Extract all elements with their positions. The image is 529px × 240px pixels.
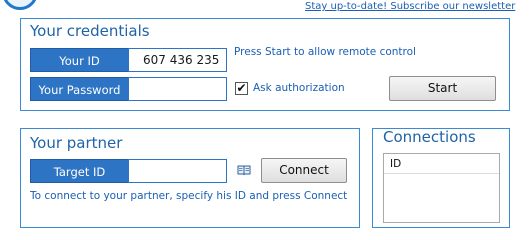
address-book-icon[interactable] [237, 165, 251, 176]
partner-hint: To connect to your partner, specify his … [30, 190, 348, 202]
your-id-label: Your ID [30, 48, 129, 72]
ask-authorization-label[interactable]: Ask authorization [253, 82, 345, 94]
partner-title: Your partner [30, 134, 123, 152]
ask-authorization-checkbox[interactable]: ✔ [235, 82, 248, 95]
credentials-title: Your credentials [30, 22, 150, 40]
your-password-label: Your Password [30, 77, 129, 101]
target-id-label: Target ID [30, 159, 129, 183]
partner-panel: Your partner Target ID Connect To connec… [20, 128, 360, 228]
your-password-field[interactable] [128, 77, 227, 101]
target-id-field[interactable] [128, 159, 227, 183]
connections-id-column-header[interactable]: ID [384, 154, 499, 174]
connections-panel: Connections ID [372, 128, 510, 228]
newsletter-link[interactable]: Stay up-to-date! Subscribe our newslette… [305, 1, 515, 12]
start-button[interactable]: Start [389, 76, 496, 101]
start-hint: Press Start to allow remote control [234, 46, 416, 58]
connect-button[interactable]: Connect [261, 158, 347, 183]
app-logo-icon [2, 0, 38, 10]
your-id-field[interactable]: 607 436 235 [128, 48, 227, 72]
connections-list[interactable]: ID [383, 153, 500, 223]
credentials-panel: Your credentials Your ID 607 436 235 Pre… [20, 18, 510, 111]
connections-title: Connections [383, 128, 476, 146]
